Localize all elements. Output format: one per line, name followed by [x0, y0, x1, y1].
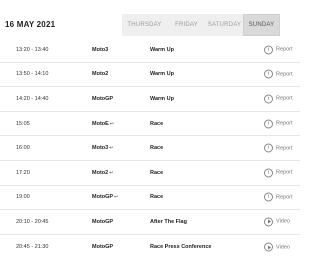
session-class-name: MotoGP [92, 194, 114, 201]
action-label: Report [276, 169, 293, 176]
report-link[interactable]: i Report [264, 119, 293, 129]
session-row: 15:05 MotoE↩ Race i Report [0, 112, 300, 137]
action-label: Video [276, 244, 290, 251]
info-icon: i [264, 69, 273, 79]
session-row: 16:00 Moto3↩ Race i Report [0, 136, 300, 161]
info-icon: i [264, 119, 273, 129]
date-heading: 16 MAY 2021 [5, 20, 56, 29]
session-row: 14:20 - 14:40 MotoGP Warm Up i Report [0, 87, 300, 112]
session-event: Race Press Conference [150, 244, 212, 251]
session-class: MotoE↩ [92, 121, 114, 127]
live-arrow-icon: ↩ [109, 145, 113, 151]
report-link[interactable]: i Report [264, 168, 293, 178]
info-icon: i [264, 94, 273, 104]
play-icon [264, 217, 273, 227]
session-time: 14:20 - 14:40 [16, 95, 49, 102]
session-time: 17:20 [16, 169, 30, 176]
session-time: 13:50 - 14:10 [16, 71, 49, 78]
session-class: MotoGP [92, 96, 113, 102]
session-event: After The Flag [150, 218, 187, 225]
session-event: Race [150, 169, 164, 176]
day-tabs: THURSDAY FRIDAY SATURDAY SUNDAY [122, 14, 280, 36]
session-time: 20:10 - 20:45 [16, 218, 49, 225]
tab-sunday[interactable]: SUNDAY [243, 14, 280, 36]
session-class-name: Moto2 [92, 169, 109, 176]
action-label: Report [276, 120, 293, 127]
tab-saturday[interactable]: SATURDAY [206, 14, 243, 36]
report-link[interactable]: i Report [264, 192, 293, 202]
session-event: Race [150, 120, 164, 127]
session-time: 16:00 [16, 145, 30, 152]
live-arrow-icon: ↩ [114, 194, 118, 200]
session-row: 17:20 Moto2↩ Race i Report [0, 161, 300, 186]
session-class-name: MotoGP [92, 244, 114, 251]
info-icon: i [264, 143, 273, 153]
report-link[interactable]: i Report [264, 94, 293, 104]
session-class-name: Moto3 [92, 46, 109, 53]
action-label: Report [276, 71, 293, 78]
session-row: 13:20 - 13:40 Moto3 Warm Up i Report [0, 38, 300, 63]
session-row: 19:00 MotoGP↩ Race i Report [0, 186, 300, 211]
video-link[interactable]: Video [264, 217, 290, 227]
session-class-name: MotoE [92, 120, 109, 127]
live-arrow-icon: ↩ [109, 169, 113, 175]
tab-friday[interactable]: FRIDAY [167, 14, 206, 36]
session-class-name: MotoGP [92, 218, 114, 225]
play-icon [264, 242, 273, 252]
session-class: Moto2 [92, 71, 108, 77]
schedule-header: 16 MAY 2021 THURSDAY FRIDAY SATURDAY SUN… [0, 14, 300, 38]
live-arrow-icon: ↩ [109, 120, 114, 126]
session-class: Moto2↩ [92, 170, 113, 176]
action-label: Video [276, 218, 290, 225]
session-row: 13:50 - 14:10 Moto2 Warm Up i Report [0, 63, 300, 88]
session-row: 20:10 - 20:45 MotoGP After The Flag Video [0, 210, 300, 235]
session-class: Moto3↩ [92, 145, 113, 151]
session-time: 13:20 - 13:40 [16, 46, 49, 53]
info-icon: i [264, 192, 273, 202]
session-class-name: Moto2 [92, 71, 109, 78]
session-event: Warm Up [150, 71, 174, 78]
session-class-name: MotoGP [92, 95, 114, 102]
session-class: MotoGP [92, 219, 113, 225]
action-label: Report [276, 145, 293, 152]
tab-thursday[interactable]: THURSDAY [122, 14, 167, 36]
session-row: 20:45 - 21:30 MotoGP Race Press Conference… [0, 235, 300, 260]
session-class: MotoGP [92, 244, 113, 250]
session-event: Warm Up [150, 46, 174, 53]
report-link[interactable]: i Report [264, 143, 293, 153]
session-event: Warm Up [150, 95, 174, 102]
session-event: Race [150, 194, 164, 201]
session-class: MotoGP↩ [92, 194, 118, 200]
session-list: 13:20 - 13:40 Moto3 Warm Up i Report 13:50 - … [0, 38, 300, 259]
report-link[interactable]: i Report [264, 69, 293, 79]
action-label: Report [276, 95, 293, 102]
info-icon: i [264, 45, 273, 55]
session-time: 19:00 [16, 194, 30, 201]
video-link[interactable]: Video [264, 242, 290, 252]
session-class-name: Moto3 [92, 145, 109, 152]
action-label: Report [276, 194, 293, 201]
session-event: Race [150, 145, 164, 152]
session-time: 15:05 [16, 120, 30, 127]
report-link[interactable]: i Report [264, 45, 293, 55]
info-icon: i [264, 168, 273, 178]
action-label: Report [276, 46, 293, 53]
session-time: 20:45 - 21:30 [16, 244, 49, 251]
session-class: Moto3 [92, 47, 108, 53]
